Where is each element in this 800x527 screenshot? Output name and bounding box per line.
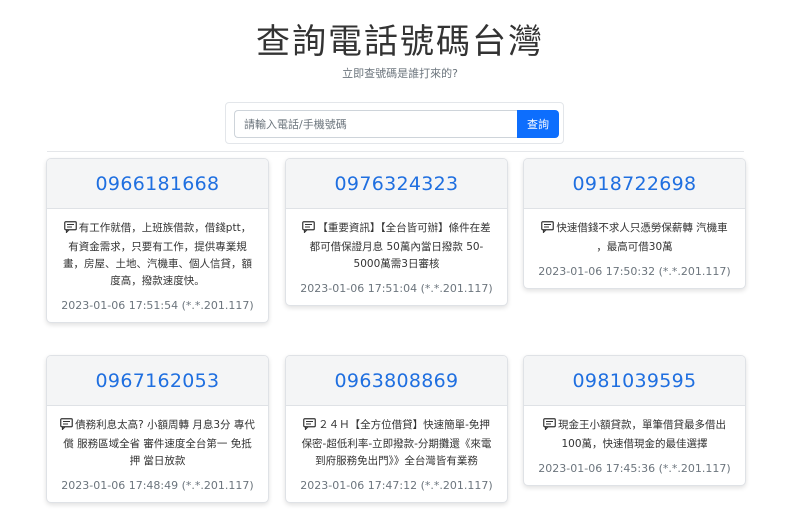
phone-card: 0981039595 現金王小額貸款，單筆借貸最多借出100萬，快速借現金的最佳… xyxy=(523,355,746,486)
card-timestamp: 2023-01-06 17:47:12 (*.*.201.117) xyxy=(300,479,493,492)
divider xyxy=(47,151,744,152)
card-message-text: 債務利息太高? 小額周轉 月息3分 專代償 服務區域全省 審件速度全台第一 免抵… xyxy=(63,419,255,467)
card-message-text: 有工作就借，上班族借款，借錢ptt，有資金需求，只要有工作，提供專業規畫，房屋、… xyxy=(63,222,252,287)
card-header: 0966181668 xyxy=(47,159,268,209)
card-timestamp: 2023-01-06 17:51:54 (*.*.201.117) xyxy=(61,299,254,312)
phone-card: 0966181668 有工作就借，上班族借款，借錢ptt，有資金需求，只要有工作… xyxy=(46,158,269,323)
phone-card: 0918722698 快速借錢不求人只憑勞保薪轉 汽機車 ，最高可借30萬 20… xyxy=(523,158,746,289)
page-subtitle: 立即查號碼是誰打來的? xyxy=(342,67,458,80)
card-timestamp: 2023-01-06 17:51:04 (*.*.201.117) xyxy=(300,282,493,295)
card-message-text: ２４Ｈ【全方位借貸】快速簡單-免押保密-超低利率-立即撥款-分期攤還《來電到府服… xyxy=(301,419,492,467)
message-icon xyxy=(543,418,556,436)
phone-number-link[interactable]: 0976324323 xyxy=(335,173,459,195)
message-icon xyxy=(60,418,73,436)
phone-number-link[interactable]: 0981039595 xyxy=(573,370,697,392)
card-body: 債務利息太高? 小額周轉 月息3分 專代償 服務區域全省 審件速度全台第一 免抵… xyxy=(47,406,268,502)
page-title: 查詢電話號碼台灣 xyxy=(256,22,544,62)
message-icon xyxy=(303,418,316,436)
phone-card: 0967162053 債務利息太高? 小額周轉 月息3分 專代償 服務區域全省 … xyxy=(46,355,269,503)
card-body: ２４Ｈ【全方位借貸】快速簡單-免押保密-超低利率-立即撥款-分期攤還《來電到府服… xyxy=(286,406,507,502)
phone-number-link[interactable]: 0966181668 xyxy=(96,173,220,195)
card-message-text: 快速借錢不求人只憑勞保薪轉 汽機車 ，最高可借30萬 xyxy=(556,222,728,253)
card-message: 快速借錢不求人只憑勞保薪轉 汽機車 ，最高可借30萬 xyxy=(536,220,733,256)
card-timestamp: 2023-01-06 17:45:36 (*.*.201.117) xyxy=(538,462,731,475)
card-message: ２４Ｈ【全方位借貸】快速簡單-免押保密-超低利率-立即撥款-分期攤還《來電到府服… xyxy=(298,417,495,470)
phone-card: 0963808869 ２４Ｈ【全方位借貸】快速簡單-免押保密-超低利率-立即撥款… xyxy=(285,355,508,503)
phone-search-input[interactable] xyxy=(234,110,517,138)
card-body: 現金王小額貸款，單筆借貸最多借出100萬，快速借現金的最佳選擇 2023-01-… xyxy=(524,406,745,485)
search-button[interactable]: 查詢 xyxy=(517,110,559,138)
card-message: 債務利息太高? 小額周轉 月息3分 專代償 服務區域全省 審件速度全台第一 免抵… xyxy=(59,417,256,470)
card-header: 0981039595 xyxy=(524,356,745,406)
card-header: 0976324323 xyxy=(286,159,507,209)
phone-number-link[interactable]: 0963808869 xyxy=(335,370,459,392)
card-body: 【重要資訊】【全台皆可辦】條件在差都可借保證月息 50萬內當日撥款 50-500… xyxy=(286,209,507,305)
card-message-text: 現金王小額貸款，單筆借貸最多借出100萬，快速借現金的最佳選擇 xyxy=(558,419,726,450)
card-header: 0918722698 xyxy=(524,159,745,209)
phone-number-link[interactable]: 0918722698 xyxy=(573,173,697,195)
phone-number-link[interactable]: 0967162053 xyxy=(96,370,220,392)
card-header: 0963808869 xyxy=(286,356,507,406)
card-body: 有工作就借，上班族借款，借錢ptt，有資金需求，只要有工作，提供專業規畫，房屋、… xyxy=(47,209,268,322)
card-timestamp: 2023-01-06 17:48:49 (*.*.201.117) xyxy=(61,479,254,492)
message-icon xyxy=(302,221,316,239)
message-icon xyxy=(541,221,555,239)
card-message: 【重要資訊】【全台皆可辦】條件在差都可借保證月息 50萬內當日撥款 50-500… xyxy=(298,220,495,273)
search-bar: 查詢 xyxy=(225,102,564,144)
card-body: 快速借錢不求人只憑勞保薪轉 汽機車 ，最高可借30萬 2023-01-06 17… xyxy=(524,209,745,288)
message-icon xyxy=(63,221,77,239)
card-header: 0967162053 xyxy=(47,356,268,406)
card-timestamp: 2023-01-06 17:50:32 (*.*.201.117) xyxy=(538,265,731,278)
card-message: 有工作就借，上班族借款，借錢ptt，有資金需求，只要有工作，提供專業規畫，房屋、… xyxy=(59,220,256,290)
phone-card: 0976324323 【重要資訊】【全台皆可辦】條件在差都可借保證月息 50萬內… xyxy=(285,158,508,306)
card-message: 現金王小額貸款，單筆借貸最多借出100萬，快速借現金的最佳選擇 xyxy=(536,417,733,453)
card-message-text: 【重要資訊】【全台皆可辦】條件在差都可借保證月息 50萬內當日撥款 50-500… xyxy=(309,222,491,270)
